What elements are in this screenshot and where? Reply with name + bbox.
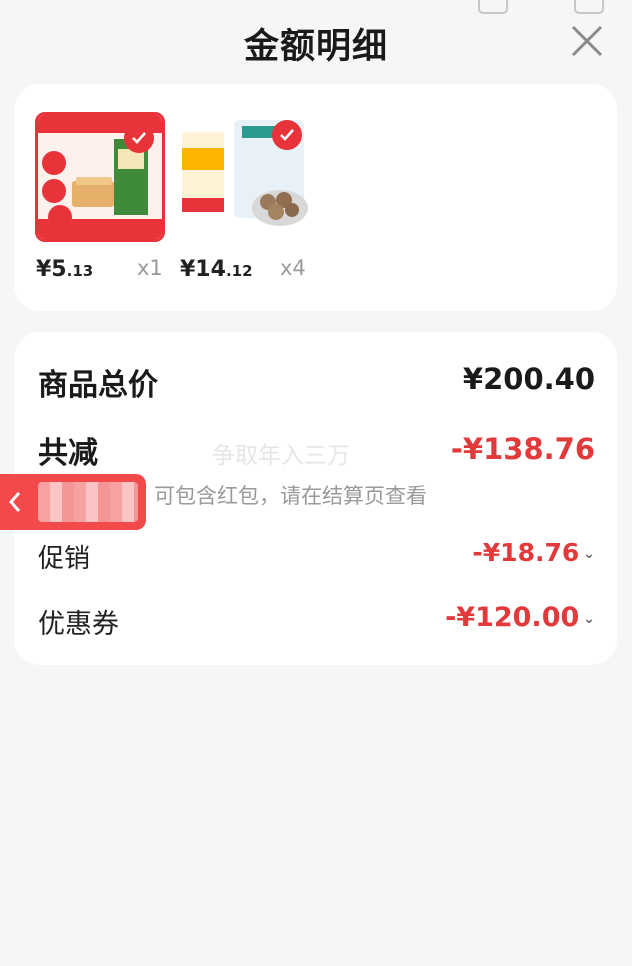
- total-reduction-label: 共减: [38, 436, 98, 471]
- coupon-value-toggle[interactable]: -¥120.00 ⌄: [445, 602, 595, 633]
- price-integer: ¥5: [36, 257, 67, 282]
- check-icon: [132, 132, 146, 144]
- chevron-down-icon: ⌄: [583, 610, 595, 627]
- blurred-content: [38, 482, 138, 522]
- product-price: ¥5.13: [36, 257, 93, 282]
- chevron-down-icon: ⌄: [583, 546, 595, 562]
- chevron-left-icon: [8, 492, 21, 512]
- watermark-text: 争取年入三万: [212, 443, 350, 469]
- promotion-value-toggle[interactable]: -¥18.76 ⌄: [472, 538, 595, 567]
- total-price-value: ¥200.40: [462, 362, 595, 396]
- checked-badge: [272, 120, 302, 150]
- product-quantity: x4: [280, 256, 306, 280]
- reduction-note: 可包含红包，请在结算页查看: [154, 484, 427, 508]
- floating-side-tab[interactable]: [0, 474, 146, 530]
- product-item[interactable]: [180, 112, 310, 242]
- product-list-card: ¥5.13 x1 ¥14.12 x4: [14, 84, 617, 311]
- header: 金额明细: [0, 0, 632, 84]
- product-quantity: x1: [137, 256, 163, 280]
- product-thumbnail[interactable]: [180, 112, 310, 242]
- product-item[interactable]: [35, 112, 165, 242]
- promotion-value: -¥18.76: [472, 538, 580, 567]
- product-thumbnail[interactable]: [35, 112, 165, 242]
- checked-badge: [124, 123, 154, 153]
- price-decimal: .13: [66, 262, 94, 280]
- coupon-value: -¥120.00: [445, 602, 580, 633]
- price-integer: ¥14: [180, 257, 226, 282]
- check-icon: [280, 129, 294, 141]
- product-price: ¥14.12: [180, 257, 253, 282]
- promotion-label: 促销: [38, 544, 91, 574]
- close-icon: [571, 25, 603, 57]
- page-title: 金额明细: [243, 27, 388, 67]
- coupon-label: 优惠券: [38, 609, 119, 640]
- price-decimal: .12: [225, 262, 253, 280]
- total-reduction-value: -¥138.76: [450, 432, 595, 466]
- close-button[interactable]: [570, 24, 604, 58]
- total-price-label: 商品总价: [38, 368, 158, 403]
